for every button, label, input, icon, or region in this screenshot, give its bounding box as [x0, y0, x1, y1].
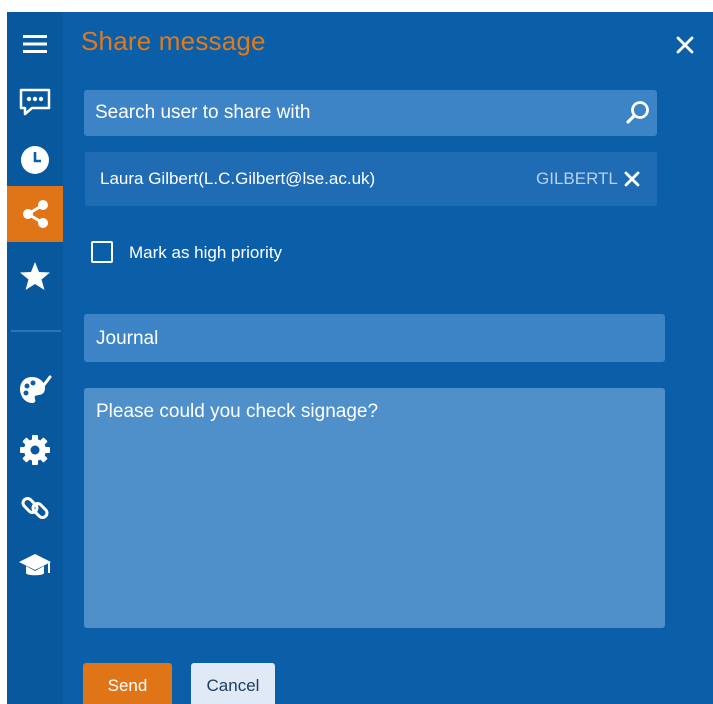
user-search-input[interactable] — [84, 90, 604, 136]
message-textarea[interactable]: Please could you check signage? — [84, 388, 665, 628]
share-message-dialog: Share message Laura Gilbert(L.C.Gilbert@… — [7, 12, 713, 704]
cancel-button[interactable]: Cancel — [191, 663, 275, 704]
selected-recipient: Laura Gilbert(L.C.Gilbert@lse.ac.uk) GIL… — [85, 152, 657, 206]
search-icon[interactable] — [625, 100, 651, 126]
message-text: Please could you check signage? — [96, 401, 379, 422]
palette-icon — [20, 375, 52, 403]
close-button[interactable] — [670, 30, 700, 60]
sidebar-divider — [11, 330, 61, 332]
gear-icon — [20, 435, 50, 465]
sidebar-item-share[interactable] — [7, 186, 63, 242]
journal-value: Journal — [96, 328, 159, 349]
dialog-title: Share message — [81, 26, 266, 56]
link-icon — [21, 497, 49, 519]
recipient-id: GILBERTL — [536, 169, 618, 188]
close-icon — [624, 171, 640, 187]
user-search-box — [84, 90, 657, 136]
chat-bubble-icon — [19, 88, 51, 116]
star-icon — [20, 262, 50, 290]
sidebar-item-settings[interactable] — [7, 422, 63, 478]
remove-recipient-button[interactable] — [620, 167, 644, 191]
sidebar-item-menu[interactable] — [7, 16, 63, 72]
high-priority-label[interactable]: Mark as high priority — [129, 243, 282, 263]
clock-icon — [21, 146, 49, 174]
graduation-cap-icon — [19, 554, 51, 576]
send-button[interactable]: Send — [83, 663, 172, 704]
journal-field[interactable]: Journal — [84, 314, 665, 362]
sidebar-item-history[interactable] — [7, 132, 63, 188]
share-icon — [23, 200, 48, 228]
high-priority-checkbox[interactable] — [91, 241, 113, 263]
close-icon — [676, 36, 694, 54]
hamburger-menu-icon — [23, 35, 47, 53]
sidebar-item-learning[interactable] — [7, 538, 63, 594]
sidebar-item-messages[interactable] — [7, 74, 63, 130]
recipient-name: Laura Gilbert(L.C.Gilbert@lse.ac.uk) — [100, 169, 376, 188]
sidebar — [7, 12, 63, 704]
sidebar-item-favorites[interactable] — [7, 248, 63, 304]
sidebar-item-links[interactable] — [7, 480, 63, 536]
sidebar-item-appearance[interactable] — [7, 362, 63, 418]
